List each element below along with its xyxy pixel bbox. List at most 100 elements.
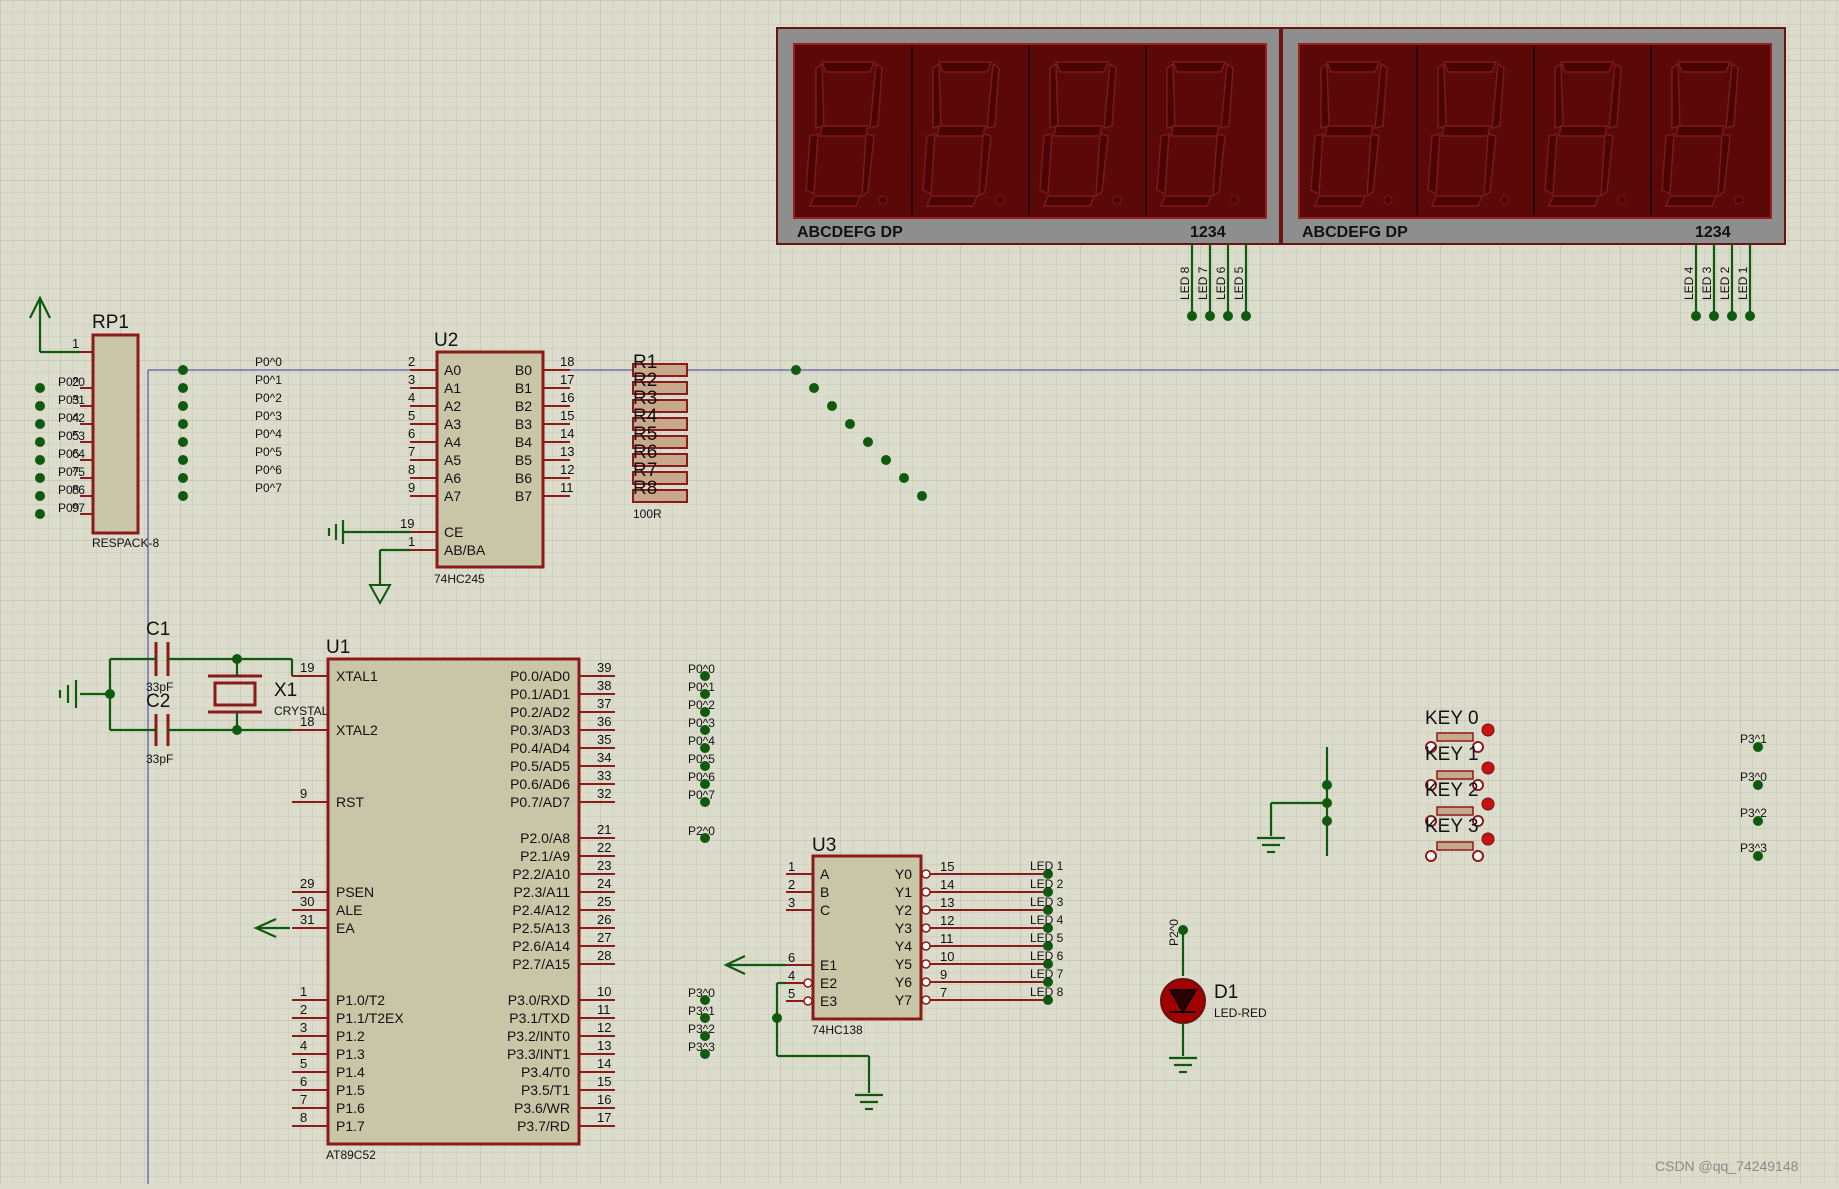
pin-name: P2.1/A9 [520, 848, 570, 864]
decimal-point [1617, 195, 1627, 205]
segment [808, 195, 862, 207]
junction-dot [845, 419, 855, 429]
switch-actuator[interactable] [1436, 841, 1474, 851]
pin-name: P0.2/AD2 [510, 704, 570, 720]
pin-name: P1.2 [336, 1028, 365, 1044]
pin-number: 37 [597, 696, 611, 711]
c2-value: 33pF [146, 752, 173, 766]
pin-name: P2.6/A14 [512, 938, 570, 954]
pin-name: P2.5/A13 [512, 920, 570, 936]
pin-name: P3.0/RXD [508, 992, 570, 1008]
pin-number: 14 [940, 877, 954, 892]
pin-name: P2.0/A8 [520, 830, 570, 846]
pin-name: ALE [336, 902, 362, 918]
pin-number: 15 [597, 1074, 611, 1089]
junction-dot [35, 509, 45, 519]
switch-indicator-icon [1481, 832, 1495, 846]
pin-number: 11 [597, 1002, 611, 1017]
pin-number: 16 [597, 1092, 611, 1107]
pin-name: P2.4/A12 [512, 902, 570, 918]
segment [1554, 62, 1564, 129]
seven-segment-display-left[interactable]: ABCDEFG DP 1234 [776, 27, 1281, 245]
junction-dot [178, 491, 188, 501]
net-label: P3^3 [1740, 841, 1767, 855]
segment [1324, 125, 1374, 137]
pin-name: P2.7/A15 [512, 956, 570, 972]
pin-name: B [820, 884, 829, 900]
junction-dot [881, 455, 891, 465]
inversion-bubble [921, 941, 931, 951]
switch-actuator[interactable] [1436, 732, 1474, 742]
net-label: P2^0 [688, 824, 715, 838]
junction-dot [35, 383, 45, 393]
pin-number: 26 [597, 912, 611, 927]
junction-dot [178, 473, 188, 483]
switch-contact [1425, 850, 1437, 862]
junction-dot [35, 473, 45, 483]
pin-name: A2 [444, 398, 461, 414]
pin-name: P1.4 [336, 1064, 365, 1080]
c1-ref: C1 [146, 619, 170, 640]
net-label: P0^3 [58, 429, 85, 443]
u3-ref: U3 [812, 835, 836, 856]
net-label: P0^2 [58, 411, 85, 425]
pin-number: 35 [597, 732, 611, 747]
pin-name: Y5 [895, 956, 912, 972]
pin-name: B0 [515, 362, 532, 378]
pin-name: Y3 [895, 920, 912, 936]
net-label: P0^4 [58, 447, 85, 461]
pin-number: 36 [597, 714, 611, 729]
inversion-bubble [803, 978, 813, 988]
led-label: LED 7 [1196, 266, 1210, 300]
switch-indicator-icon [1481, 723, 1495, 737]
x1-ref: X1 [274, 680, 297, 701]
pin-name: A3 [444, 416, 461, 432]
net-label: P0^2 [255, 391, 282, 405]
switch-indicator-icon [1481, 797, 1495, 811]
pin-name: P0.1/AD1 [510, 686, 570, 702]
c2-ref: C2 [146, 691, 170, 712]
net-label: P3^2 [688, 1022, 715, 1036]
segment [1054, 61, 1110, 73]
segment [1171, 61, 1227, 73]
pin-name: B4 [515, 434, 532, 450]
switch-actuator[interactable] [1436, 770, 1474, 780]
pin-name: P0.3/AD3 [510, 722, 570, 738]
pin-name: P3.3/INT1 [507, 1046, 570, 1062]
pin-number: 3 [300, 1020, 307, 1035]
pin-number: 21 [597, 822, 611, 837]
pin-name: P1.7 [336, 1118, 365, 1134]
pin-name: A [820, 866, 830, 882]
net-label: LED 7 [1030, 967, 1064, 981]
pin-number: 17 [597, 1110, 611, 1125]
pin-number: 28 [597, 948, 611, 963]
segment [1558, 125, 1608, 137]
pin-number: 13 [940, 895, 954, 910]
net-label: P0^1 [255, 373, 282, 387]
pin-name: PSEN [336, 884, 374, 900]
net-label: P0^5 [58, 465, 85, 479]
net-label: P3^2 [1740, 806, 1767, 820]
pin-number: 22 [597, 840, 611, 855]
led-label: LED 8 [1178, 266, 1192, 300]
junction-dot [35, 437, 45, 447]
seven-segment-display-right[interactable]: ABCDEFG DP 1234 [1281, 27, 1786, 245]
junction-dot [827, 401, 837, 411]
segment [1159, 195, 1213, 207]
net-label: P3^3 [688, 1040, 715, 1054]
segment [1676, 61, 1732, 73]
junction-dot [178, 365, 188, 375]
junction-dot [178, 455, 188, 465]
net-label: P0^1 [58, 393, 85, 407]
pin-number: 2 [300, 1002, 307, 1017]
pin-number: 5 [408, 408, 415, 423]
pin-name: P0.4/AD4 [510, 740, 570, 756]
net-label: LED 6 [1030, 949, 1064, 963]
pin-number: 6 [408, 426, 415, 441]
decimal-point [1112, 195, 1122, 205]
pin-number: 10 [940, 949, 954, 964]
net-label: P0^5 [255, 445, 282, 459]
key-ref: KEY 1 [1425, 744, 1479, 765]
u2-part: 74HC245 [434, 572, 485, 586]
switch-actuator[interactable] [1436, 806, 1474, 816]
